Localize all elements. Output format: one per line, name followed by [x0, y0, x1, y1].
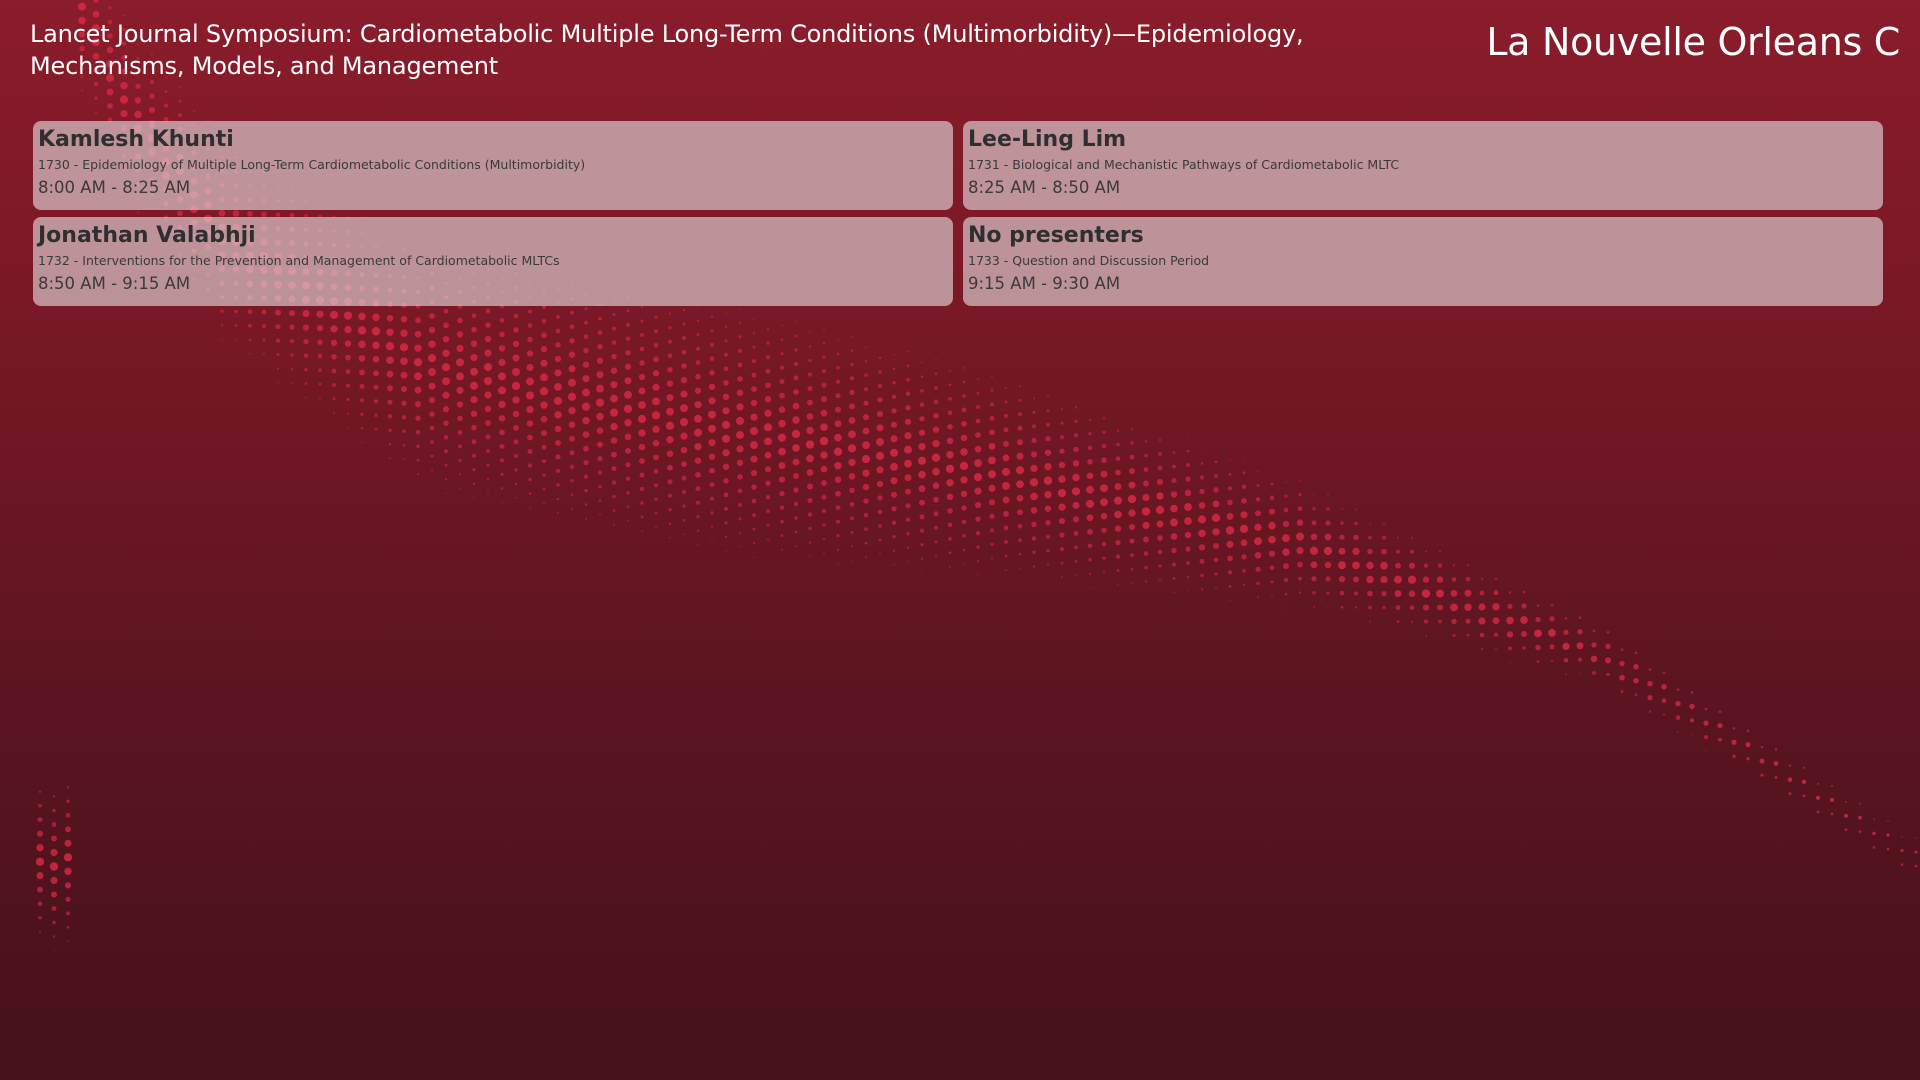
- talk-title: 1733 - Question and Discussion Period: [968, 253, 1210, 268]
- header: Lancet Journal Symposium: Cardiometaboli…: [30, 18, 1460, 82]
- talk-title: 1731 - Biological and Mechanistic Pathwa…: [968, 157, 1400, 172]
- talk-title: 1730 - Epidemiology of Multiple Long-Ter…: [38, 157, 586, 172]
- room-name: La Nouvelle Orleans C: [1486, 20, 1900, 64]
- presentation-card[interactable]: Lee-Ling Lim 1731 - Biological and Mecha…: [963, 121, 1883, 210]
- schedule-grid: Kamlesh Khunti 1730 - Epidemiology of Mu…: [33, 121, 1884, 306]
- talk-title: 1732 - Interventions for the Prevention …: [38, 253, 560, 268]
- presenter-name: Lee-Ling Lim: [968, 127, 1127, 152]
- talk-time: 8:25 AM - 8:50 AM: [968, 178, 1121, 197]
- talk-time: 8:00 AM - 8:25 AM: [38, 178, 191, 197]
- presenter-name: Kamlesh Khunti: [38, 127, 234, 152]
- session-title: Lancet Journal Symposium: Cardiometaboli…: [30, 20, 1304, 80]
- presentation-card[interactable]: Jonathan Valabhji 1732 - Interventions f…: [33, 217, 953, 306]
- talk-time: 8:50 AM - 9:15 AM: [38, 274, 191, 293]
- presenter-name: No presenters: [968, 223, 1144, 248]
- presentation-card[interactable]: No presenters 1733 - Question and Discus…: [963, 217, 1883, 306]
- presentation-card[interactable]: Kamlesh Khunti 1730 - Epidemiology of Mu…: [33, 121, 953, 210]
- presenter-name: Jonathan Valabhji: [38, 223, 256, 248]
- talk-time: 9:15 AM - 9:30 AM: [968, 274, 1121, 293]
